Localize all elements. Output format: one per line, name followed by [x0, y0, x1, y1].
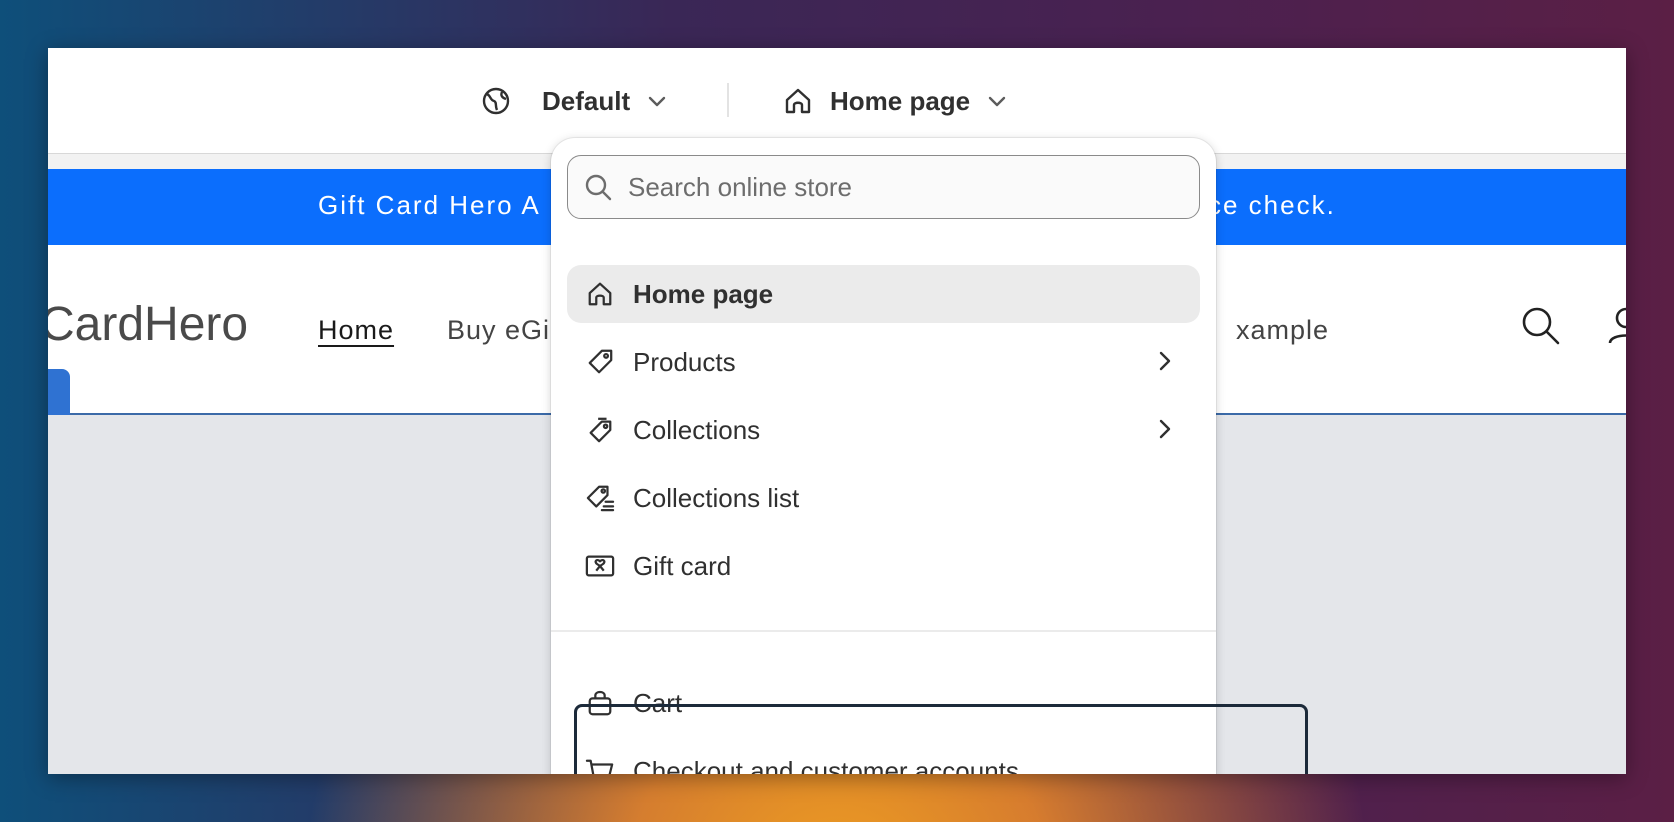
- menu-item-label: Products: [633, 346, 736, 377]
- banner-text-left: Gift Card Hero A: [318, 190, 541, 220]
- search-field[interactable]: [567, 155, 1200, 219]
- menu-item-gift-card[interactable]: Gift card: [567, 537, 1200, 595]
- tag-icon: [567, 348, 633, 376]
- menu-item-home-page[interactable]: Home page: [567, 265, 1200, 323]
- search-input[interactable]: [628, 171, 1199, 203]
- menu-item-checkout[interactable]: Checkout and customer accounts: [567, 742, 1200, 774]
- theme-label: Default: [542, 85, 631, 116]
- menu-item-label: Collections list: [633, 482, 800, 513]
- gift-card-icon: [567, 552, 633, 580]
- menu-item-products[interactable]: Products: [567, 333, 1200, 391]
- bag-icon: [567, 689, 633, 717]
- search-icon[interactable]: [1520, 305, 1560, 350]
- menu-item-label: Cart: [633, 687, 683, 718]
- app-frame: Default Home page Gift Card Hero A ce ch…: [48, 48, 1626, 774]
- home-icon: [780, 83, 816, 119]
- cart-icon: [567, 757, 633, 774]
- chevron-right-icon: [1152, 348, 1178, 379]
- page-selector-dropdown: Home page Products Collections: [551, 138, 1216, 774]
- menu-item-collections[interactable]: Collections: [567, 401, 1200, 459]
- menu-item-cart[interactable]: Cart: [567, 674, 1200, 732]
- globe-icon: [478, 83, 514, 119]
- nav-buy-egift[interactable]: Buy eGi: [447, 315, 550, 346]
- menu-item-label: Checkout and customer accounts: [633, 755, 1019, 775]
- search-icon: [568, 173, 628, 201]
- menu-item-label: Gift card: [633, 550, 732, 581]
- template-label: Home page: [830, 85, 971, 116]
- nav-home[interactable]: Home: [318, 315, 394, 346]
- menu-divider: [551, 630, 1216, 632]
- store-logo[interactable]: CardHero: [48, 297, 248, 352]
- tags-icon: [567, 416, 633, 444]
- chevron-down-icon: [986, 90, 1008, 112]
- account-icon[interactable]: [1606, 305, 1626, 350]
- menu-item-label: Home page: [633, 278, 774, 309]
- toolbar-separator: [727, 83, 729, 117]
- menu-item-collections-list[interactable]: Collections list: [567, 469, 1200, 527]
- home-icon: [567, 280, 633, 308]
- tags-list-icon: [567, 484, 633, 512]
- menu-item-label: Collections: [633, 414, 761, 445]
- banner-text-right: ce check.: [1208, 190, 1336, 220]
- nav-example[interactable]: xample: [1236, 315, 1329, 346]
- chevron-right-icon: [1152, 416, 1178, 447]
- preview-tab[interactable]: [48, 369, 70, 415]
- chevron-down-icon: [646, 90, 668, 112]
